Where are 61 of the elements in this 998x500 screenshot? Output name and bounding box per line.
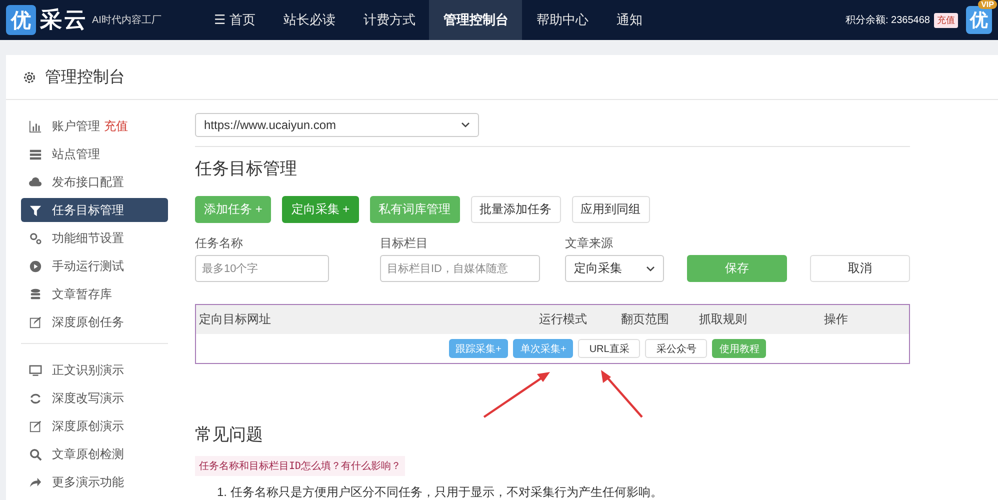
chevron-icon: [646, 266, 655, 272]
column-header: 操作: [824, 311, 848, 328]
faq-question: 任务名称和目标栏目ID怎么填？有什么影响？: [195, 456, 406, 476]
nav-link[interactable]: 计费方式: [349, 0, 430, 40]
points-balance: 积分余额: 2365468: [846, 14, 930, 27]
column-header: 翻页范围: [621, 311, 670, 328]
edit-icon: [29, 420, 42, 432]
sidebar-item[interactable]: 账户管理 充值: [21, 114, 168, 138]
nav-link[interactable]: 通知: [602, 0, 656, 40]
faq-answer: 1. 任务名称只是方便用户区分不同任务，只用于显示，不对采集行为产生任何影响。: [217, 484, 664, 500]
target-column-field[interactable]: 目标栏目ID，自媒体随意: [380, 255, 540, 282]
faq-title: 常见问题: [195, 424, 264, 446]
database-icon: [29, 288, 42, 300]
sidebar-item[interactable]: 发布接口配置: [21, 170, 168, 194]
sidebar-item[interactable]: 文章原创检测: [21, 442, 168, 466]
column-header: 抓取规则: [699, 311, 748, 328]
refresh-icon: [29, 392, 42, 404]
action-button[interactable]: URL直采: [578, 339, 640, 358]
cancel-button[interactable]: 取消: [810, 255, 910, 282]
nav-link[interactable]: 帮助中心: [522, 0, 602, 40]
column-header: 定向目标网址: [198, 311, 272, 328]
share-icon: [29, 476, 42, 488]
task-name-field[interactable]: 最多10个字: [195, 255, 329, 282]
search-icon: [29, 448, 42, 460]
field-label: 任务名称: [195, 235, 244, 252]
sidebar-item[interactable]: 深度原创任务: [21, 310, 168, 334]
sidebar-item[interactable]: 手动运行测试: [21, 254, 168, 278]
chevron-icon: [461, 122, 470, 128]
logo-text[interactable]: 采云: [40, 5, 88, 35]
sidebar-item[interactable]: 站点管理: [21, 142, 168, 166]
field-label: 文章来源: [565, 235, 614, 252]
nav-link[interactable]: ☰ 首页: [200, 0, 270, 40]
page-title: 管理控制台: [45, 68, 125, 88]
sidebar-item[interactable]: 正文识别演示: [21, 358, 168, 382]
play-icon: [29, 260, 42, 272]
logo-tagline: AI时代内容工厂: [92, 14, 162, 27]
sidebar-item[interactable]: 更多演示功能: [21, 470, 168, 494]
toolbar-button[interactable]: 批量添加任务: [470, 196, 561, 223]
vip-badge: VIP: [978, 0, 997, 9]
sidebar-item[interactable]: 功能细节设置: [21, 226, 168, 250]
monitor-icon: [29, 364, 42, 376]
field-label: 目标栏目: [380, 235, 429, 252]
toolbar-button[interactable]: 应用到同组: [572, 196, 650, 223]
sidebar-item[interactable]: 文章暂存库: [21, 282, 168, 306]
sidebar-item[interactable]: 深度原创演示: [21, 414, 168, 438]
section-title: 任务目标管理: [195, 158, 298, 180]
list-icon: [29, 148, 42, 160]
nav-link[interactable]: 站长必读: [269, 0, 350, 40]
sidebar-item[interactable]: 任务目标管理: [21, 198, 168, 222]
edit-icon: [29, 316, 42, 328]
recharge-link[interactable]: 充值: [104, 118, 128, 134]
recharge-link[interactable]: 充值: [934, 12, 958, 28]
action-button[interactable]: 采公众号: [645, 339, 708, 358]
nav-link[interactable]: 管理控制台: [429, 0, 522, 40]
column-header: 运行模式: [539, 311, 588, 328]
bar-chart-icon: [29, 120, 42, 132]
sidebar-item[interactable]: 深度改写演示: [21, 386, 168, 410]
site-select[interactable]: https://www.ucaiyun.com: [195, 113, 479, 137]
source-select[interactable]: 定向采集: [565, 255, 664, 282]
settings-icon: [22, 70, 37, 84]
filter-icon: [29, 204, 42, 216]
